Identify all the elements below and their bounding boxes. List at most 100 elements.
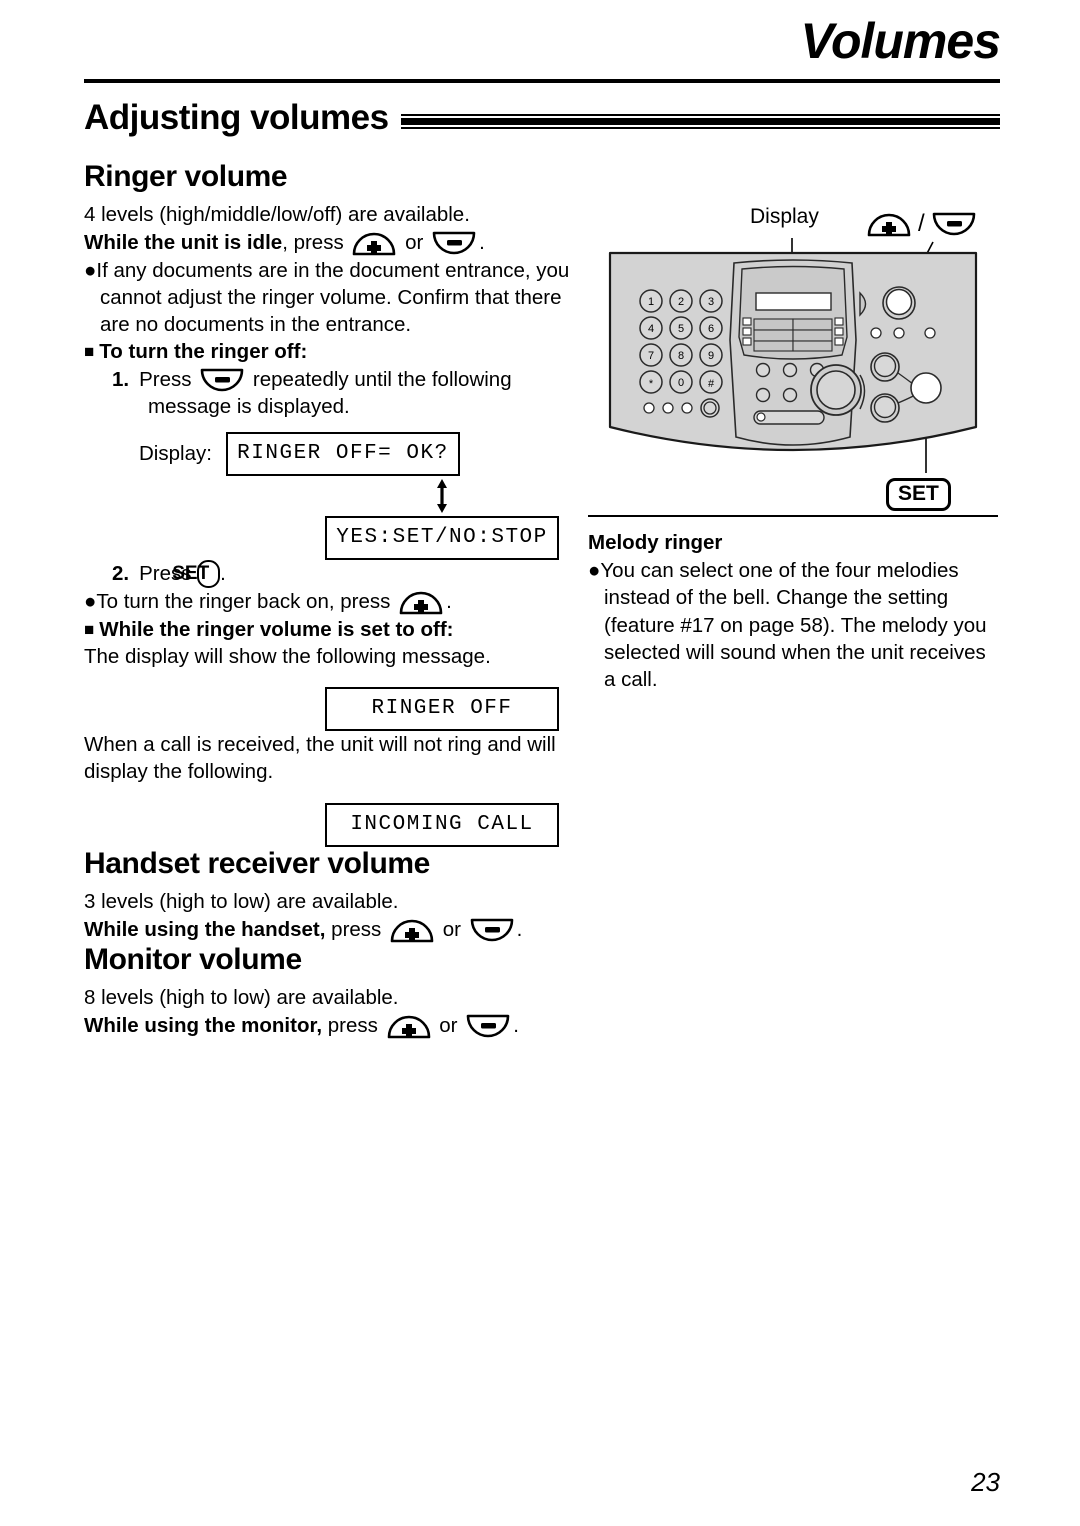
svg-text:9: 9 (708, 350, 714, 362)
volume-down-key-icon (431, 231, 477, 256)
navigator-dial-inner (816, 370, 856, 410)
ringer-idle-bold: While the unit is idle (84, 231, 283, 255)
ringer-idle-period: . (479, 231, 485, 255)
ringer-back-on-text: To turn the ringer back on, press (96, 590, 391, 614)
set-button-callout[interactable]: SET (886, 478, 951, 511)
indicator-block (742, 337, 752, 346)
left-column: Ringer volume 4 levels (high/middle/low/… (84, 160, 574, 1040)
volume-down-key-icon (465, 1014, 511, 1039)
round-button-inner (703, 401, 717, 415)
monitor-period: . (513, 1014, 519, 1038)
status-led (870, 327, 882, 339)
section-heading-row: Adjusting volumes (84, 96, 1000, 142)
status-led (662, 402, 674, 414)
melody-section-divider (588, 515, 998, 517)
volume-down-key-icon (199, 368, 245, 393)
station-key (753, 340, 794, 352)
set-button-inline[interactable]: SET (172, 560, 221, 589)
step-1: 1. Press repeatedly until the following m… (84, 366, 574, 421)
svg-text:8: 8 (678, 350, 684, 362)
function-button (782, 362, 798, 378)
melody-ringer-heading: Melody ringer (588, 531, 723, 554)
lcd-yes-set-no-stop: YES:SET/NO:STOP (325, 516, 559, 560)
bullet-dot: ● (84, 258, 97, 282)
step-2-number: 2. (112, 562, 130, 585)
svg-text:6: 6 (708, 323, 714, 335)
station-key (753, 329, 794, 342)
square-bullet-icon: ■ (84, 342, 95, 362)
diagram-volume-keys-callout: / (864, 210, 979, 238)
ringer-back-on-period: . (446, 590, 452, 614)
monitor-instruction: While using the monitor, press or . (84, 1012, 574, 1039)
ringer-back-on-note: ●To turn the ringer back on, press . (84, 588, 574, 615)
melody-ringer-text: You can select one of the four melodies … (600, 559, 987, 691)
ringer-idle-or: or (405, 231, 424, 255)
ringer-note-text: If any documents are in the document ent… (96, 258, 570, 337)
melody-ringer-note: ●You can select one of the four melodies… (588, 557, 998, 693)
lcd-screen (755, 292, 832, 311)
square-bullet-icon: ■ (84, 619, 95, 639)
svg-text:7: 7 (648, 350, 654, 362)
function-button (782, 387, 798, 403)
indicator-block (742, 317, 752, 326)
page-title: Volumes (800, 13, 1001, 69)
cluster-button-inner (873, 395, 897, 419)
handset-or: or (442, 917, 461, 941)
handset-instruction: While using the handset, press or . (84, 916, 574, 943)
handset-levels-line: 3 levels (high to low) are available. (84, 889, 399, 913)
function-button (755, 387, 771, 403)
svg-text:1: 1 (648, 296, 654, 308)
ringer-volume-heading: Ringer volume (84, 160, 288, 193)
station-key (792, 329, 833, 342)
svg-text:3: 3 (708, 296, 714, 308)
volume-up-key-icon (351, 231, 397, 256)
ringer-set-off-heading: ■ While the ringer volume is set to off: (84, 616, 574, 643)
bullet-dot: ● (84, 590, 97, 614)
monitor-rest: press (327, 1014, 378, 1038)
volume-down-key-icon (931, 212, 977, 237)
indicator-block (742, 327, 752, 336)
ringer-set-off-text: While the ringer volume is set to off: (99, 617, 454, 641)
svg-text:4: 4 (648, 323, 654, 335)
bar-button-led (756, 412, 766, 422)
monitor-bold: While using the monitor, (84, 1014, 323, 1038)
station-key (792, 318, 833, 331)
svg-text:*: * (649, 378, 654, 390)
volume-up-key-icon (389, 918, 435, 943)
double-arrow-icon (325, 476, 559, 516)
svg-text:0: 0 (678, 377, 684, 389)
indicator-block (834, 317, 844, 326)
call-received-body: When a call is received, the unit will n… (84, 733, 556, 784)
status-led (924, 327, 936, 339)
volume-up-key-icon (398, 590, 444, 615)
monitor-levels-line: 8 levels (high to low) are available. (84, 986, 399, 1010)
volume-up-key-icon (866, 212, 912, 237)
svg-text:5: 5 (678, 323, 684, 335)
status-led (893, 327, 905, 339)
cluster-button-inner (873, 354, 897, 378)
ringer-idle-instruction: While the unit is idle, press or . (84, 229, 574, 256)
slash-separator: / (918, 210, 925, 237)
status-led (643, 402, 655, 414)
fax-machine-diagram: Display / 1 2 3 4 5 6 7 8 9 * 0 # SET (588, 205, 998, 515)
svg-text:#: # (708, 378, 715, 390)
right-column: Display / 1 2 3 4 5 6 7 8 9 * 0 # SET Me… (588, 205, 998, 693)
title-rule (84, 79, 1000, 83)
handset-receiver-volume-heading: Handset receiver volume (84, 846, 430, 880)
station-key (792, 340, 833, 352)
display-row-ringer-off-ok: Display: RINGER OFF= OK? (139, 432, 574, 476)
step-2-post: . (220, 562, 226, 585)
volume-down-key-icon (469, 918, 515, 943)
volume-key-top (885, 288, 913, 316)
handset-bold: While using the handset, (84, 917, 326, 941)
lcd-ringer-off: RINGER OFF (325, 687, 559, 732)
function-button (755, 362, 771, 378)
bullet-dot: ● (588, 559, 601, 582)
device-illustration-svg: 1 2 3 4 5 6 7 8 9 * 0 # (608, 238, 978, 473)
ringer-idle-rest: , press (282, 231, 344, 255)
ringer-levels-line: 4 levels (high/middle/low/off) are avail… (84, 203, 470, 226)
status-led (681, 402, 693, 414)
svg-text:2: 2 (678, 296, 684, 308)
display-label: Display: (139, 442, 212, 465)
monitor-volume-heading: Monitor volume (84, 943, 302, 977)
